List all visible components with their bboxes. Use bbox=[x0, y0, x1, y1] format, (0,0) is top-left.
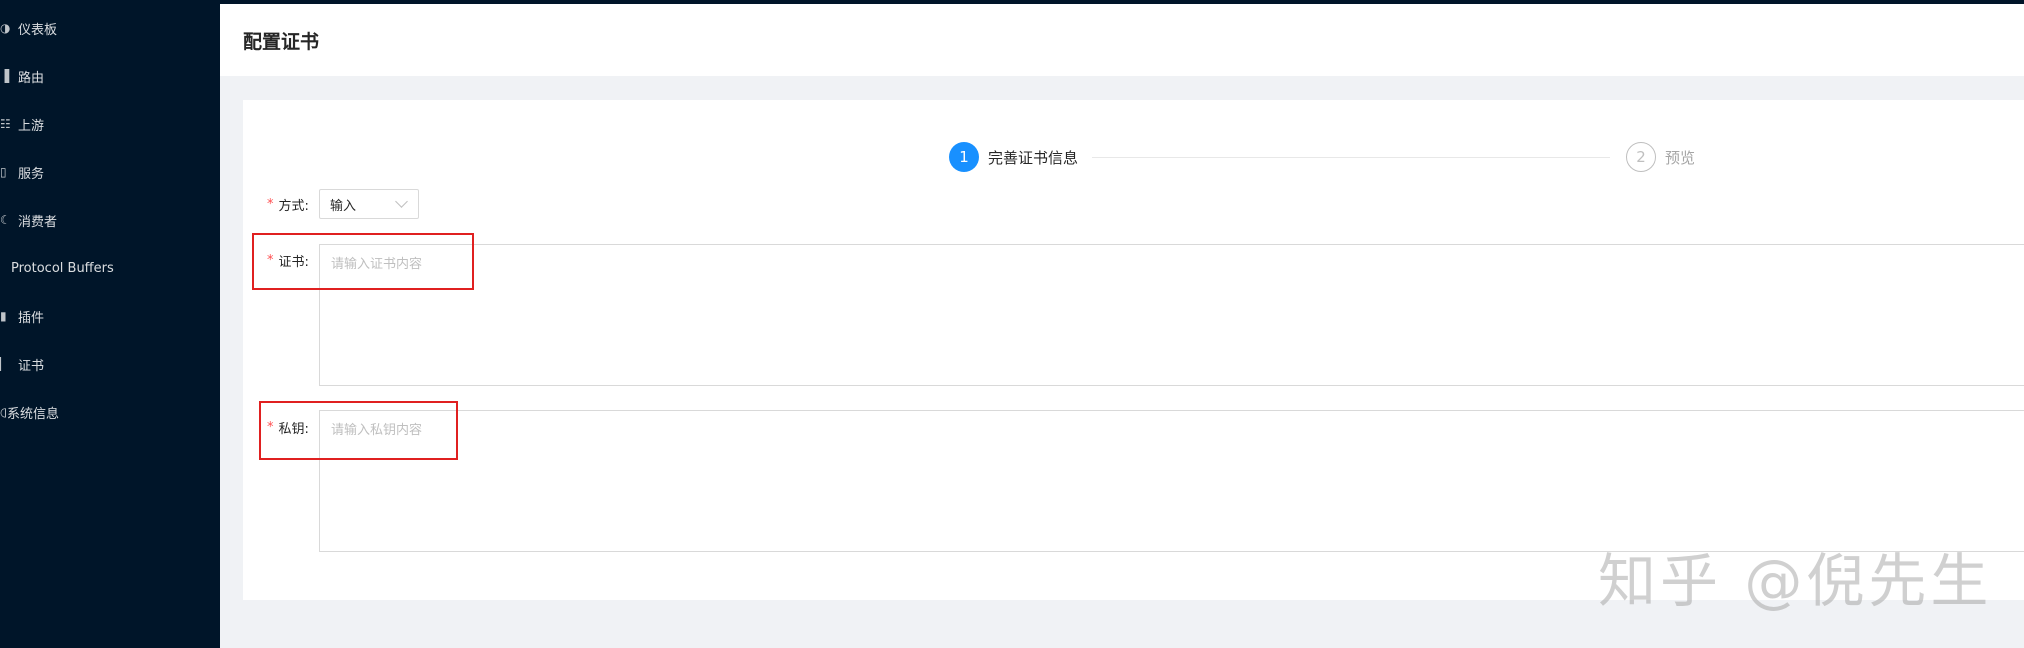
sidebar-item-label: 上游 bbox=[18, 118, 45, 134]
sidebar-item-plugins[interactable]: ▮ 插件 bbox=[0, 305, 44, 327]
private-key-label: * 私钥: bbox=[267, 418, 309, 437]
steps: 1 完善证书信息 2 预览 bbox=[949, 140, 1695, 174]
chevron-down-icon bbox=[395, 195, 408, 208]
required-mark: * bbox=[267, 197, 274, 212]
step-connector bbox=[1092, 156, 1611, 158]
step-2-title: 预览 bbox=[1665, 148, 1696, 167]
sidebar-item-consumers[interactable]: ☾ 消费者 bbox=[0, 209, 57, 231]
private-key-label-text: 私钥: bbox=[278, 422, 309, 437]
watermark: 知乎 @倪先生 bbox=[1598, 547, 1993, 615]
sidebar-item-label: 仪表板 bbox=[18, 22, 58, 38]
method-select[interactable]: 输入 bbox=[319, 189, 419, 219]
plugin-icon: ▮ bbox=[0, 309, 7, 323]
sidebar-item-label: 系统信息 bbox=[7, 406, 60, 422]
service-icon: ▯ bbox=[0, 165, 7, 179]
consumer-icon: ☾ bbox=[0, 213, 10, 227]
page-title: 配置证书 bbox=[243, 30, 320, 53]
step-1-number: 1 bbox=[949, 142, 979, 172]
certificate-label-text: 证书: bbox=[278, 255, 309, 270]
sidebar-item-label: 插件 bbox=[18, 310, 45, 326]
method-label: * 方式: bbox=[267, 195, 309, 214]
page-header: 配置证书 bbox=[220, 4, 2024, 76]
sidebar-item-dashboard[interactable]: ◑ 仪表板 bbox=[0, 17, 57, 39]
upstream-icon: ☷ bbox=[0, 117, 10, 131]
required-mark: * bbox=[267, 420, 274, 435]
step-2-number: 2 bbox=[1626, 142, 1657, 172]
certificate-icon: ▏ bbox=[0, 357, 10, 371]
app-root: ◑ 仪表板 ▐ 路由 ☷ 上游 ▯ 服务 ☾ 消费者 Protocol Buff… bbox=[0, 0, 2024, 648]
sidebar-item-label: 服务 bbox=[18, 166, 45, 182]
certificate-label: * 证书: bbox=[267, 251, 309, 270]
step-1-title: 完善证书信息 bbox=[988, 148, 1079, 167]
required-mark: * bbox=[267, 253, 274, 268]
sidebar-item-protocol-buffers[interactable]: Protocol Buffers bbox=[11, 257, 114, 279]
certificate-textarea[interactable] bbox=[319, 244, 2024, 386]
sidebar-item-label: 证书 bbox=[18, 358, 45, 374]
dashboard-icon: ◑ bbox=[0, 21, 10, 35]
sidebar-item-routes[interactable]: ▐ 路由 bbox=[0, 65, 44, 87]
sidebar-item-upstream[interactable]: ☷ 上游 bbox=[0, 113, 44, 135]
sidebar-item-label: 消费者 bbox=[18, 214, 58, 230]
sidebar-item-system-info[interactable]: ◑ 系统信息 bbox=[0, 401, 59, 423]
sidebar-item-label: Protocol Buffers bbox=[11, 260, 114, 276]
method-label-text: 方式: bbox=[278, 199, 309, 214]
sidebar-item-label: 路由 bbox=[18, 70, 45, 86]
private-key-textarea[interactable] bbox=[319, 410, 2024, 552]
sidebar: ◑ 仪表板 ▐ 路由 ☷ 上游 ▯ 服务 ☾ 消费者 Protocol Buff… bbox=[0, 0, 220, 648]
sidebar-item-services[interactable]: ▯ 服务 bbox=[0, 161, 44, 183]
route-icon: ▐ bbox=[0, 69, 10, 83]
sidebar-item-certificates[interactable]: ▏ 证书 bbox=[0, 353, 44, 375]
info-icon: ◑ bbox=[0, 405, 6, 419]
method-select-value: 输入 bbox=[330, 198, 357, 214]
